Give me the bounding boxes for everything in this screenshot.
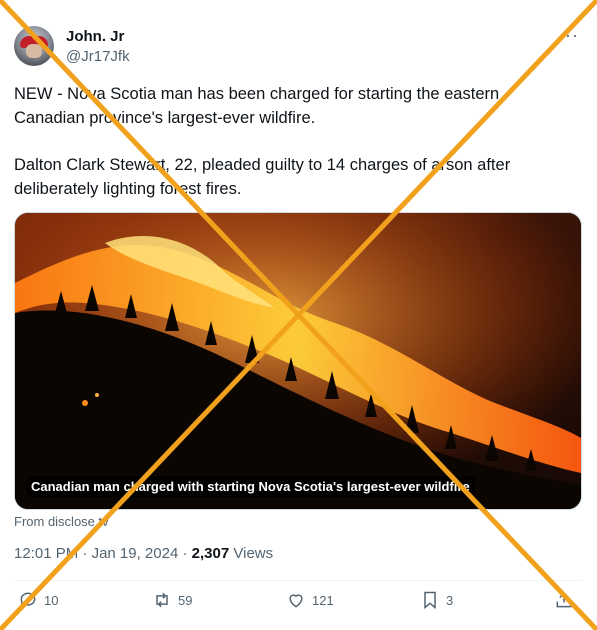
action-bar: 10 59 121 3 <box>14 590 580 620</box>
views-label: Views <box>233 545 274 562</box>
author-handle[interactable]: @Jr17Jfk <box>66 48 130 65</box>
media-caption: Canadian man charged with starting Nova … <box>26 476 475 497</box>
tweet-paragraph-1: NEW - Nova Scotia man has been charged f… <box>14 85 500 127</box>
tweet-paragraph-2: Dalton Clark Stewart, 22, pleaded guilty… <box>14 156 511 198</box>
divider <box>14 580 582 581</box>
repost-button[interactable]: 59 <box>152 590 192 610</box>
like-count: 121 <box>312 592 334 608</box>
reply-count: 10 <box>44 592 59 608</box>
more-icon[interactable]: ··· <box>558 25 579 46</box>
views-count: 2,307 <box>191 545 230 562</box>
like-button[interactable]: 121 <box>286 590 334 610</box>
avatar-face <box>26 44 42 58</box>
bookmark-icon <box>424 591 436 610</box>
share-button[interactable] <box>554 590 574 610</box>
repost-icon <box>156 592 168 608</box>
media-source[interactable]: From disclose.tv <box>14 514 109 529</box>
repost-count: 59 <box>178 592 193 608</box>
bookmark-count: 3 <box>446 592 454 608</box>
tweet-time[interactable]: 12:01 PM <box>14 545 78 562</box>
bookmark-button[interactable]: 3 <box>420 590 453 610</box>
like-icon <box>289 594 303 608</box>
avatar[interactable] <box>14 26 54 66</box>
tweet-date[interactable]: Jan 19, 2024 <box>92 545 179 562</box>
author-name[interactable]: John. Jr <box>66 28 124 45</box>
media-image[interactable] <box>14 212 582 510</box>
share-icon <box>556 592 572 608</box>
tweet-card: John. Jr @Jr17Jfk ··· NEW - Nova Scotia … <box>0 0 597 630</box>
tweet-text: NEW - Nova Scotia man has been charged f… <box>14 82 574 201</box>
reply-icon <box>20 592 36 608</box>
meta-separator: · <box>78 545 92 562</box>
reply-button[interactable]: 10 <box>18 590 58 610</box>
tweet-meta: 12:01 PM · Jan 19, 2024 · 2,307 Views <box>14 545 273 562</box>
meta-separator: · <box>178 545 192 562</box>
wildfire-image <box>15 213 581 509</box>
